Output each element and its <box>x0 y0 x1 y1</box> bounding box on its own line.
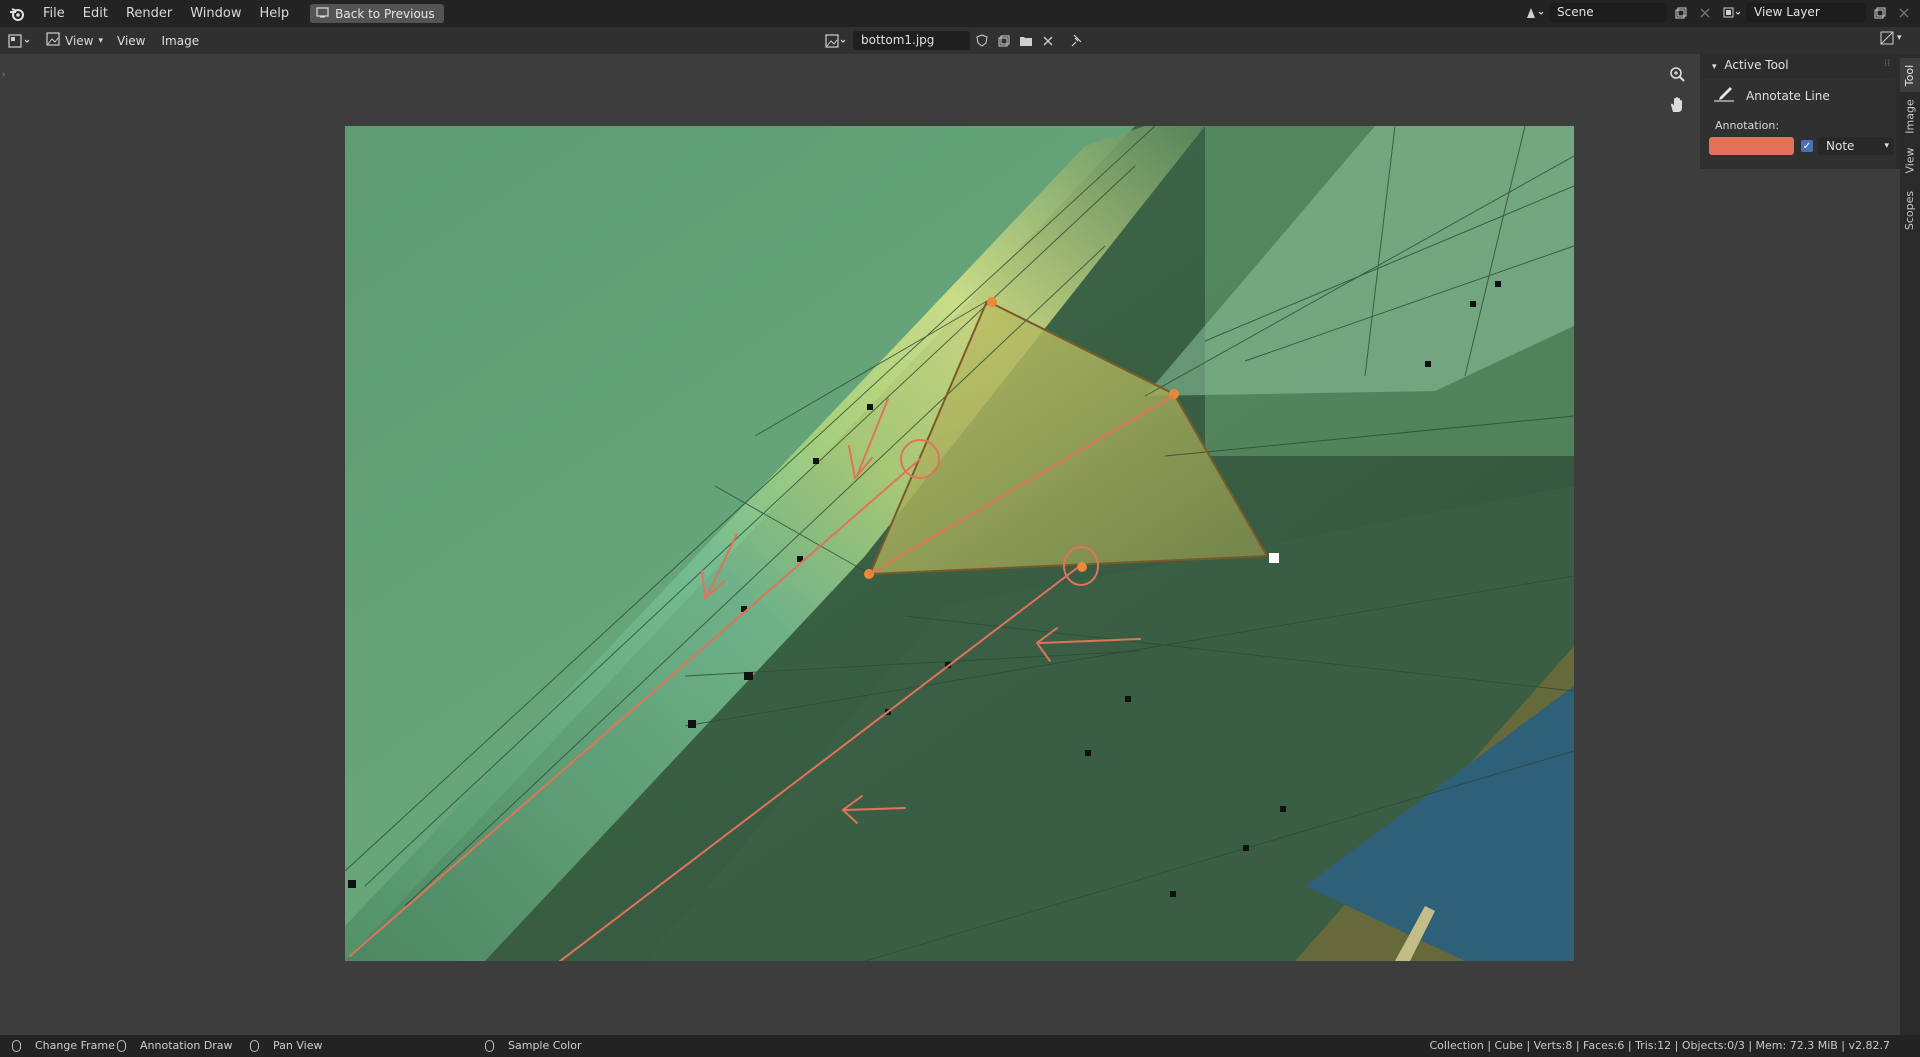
scene-selector: Scene <box>1525 3 1715 22</box>
fake-user-shield-icon[interactable] <box>972 31 992 50</box>
back-to-previous-button[interactable]: Back to Previous <box>310 4 444 23</box>
image-browse-icon[interactable] <box>823 31 851 50</box>
collapse-triangle-icon: ▾ <box>1712 62 1717 72</box>
image-content <box>345 126 1574 961</box>
back-to-previous-label: Back to Previous <box>335 6 435 21</box>
sidebar-toggle-dropdown[interactable]: ▾ <box>1880 31 1902 45</box>
view-layer-browse-icon[interactable] <box>1722 3 1742 22</box>
pan-view-hand-icon[interactable] <box>1665 93 1689 117</box>
zoom-view-icon[interactable] <box>1665 63 1689 87</box>
editor-type-icon[interactable] <box>0 33 40 48</box>
status-sample-color-label: Sample Color <box>508 1039 582 1052</box>
tab-view-label: View <box>1903 146 1917 174</box>
status-pan-view-label: Pan View <box>273 1039 323 1052</box>
chevron-down-icon: ▾ <box>1884 141 1889 151</box>
mouse-middle-icon <box>250 1039 259 1052</box>
toolbar-expand-arrow-icon[interactable]: › <box>2 70 6 80</box>
sidebar-tool-panel: ▾ Active Tool ⁞⁞ Annotate Line Annotatio… <box>1700 54 1900 169</box>
blender-logo-icon[interactable] <box>0 7 34 21</box>
active-tool-row[interactable]: Annotate Line <box>1712 85 1830 106</box>
annotation-label: Annotation: <box>1715 119 1780 132</box>
menu-image[interactable]: Image <box>154 34 208 48</box>
active-tool-title: Active Tool <box>1724 58 1789 72</box>
annotation-layer-value: Note <box>1826 139 1855 153</box>
top-bar: File Edit Render Window Help Back to Pre… <box>0 0 1920 27</box>
image-name-field[interactable]: bottom1.jpg <box>853 31 970 50</box>
chevron-down-icon: ▾ <box>98 35 104 46</box>
annotation-layer-select[interactable]: Note ▾ <box>1818 137 1894 155</box>
unlink-image-icon[interactable] <box>1038 31 1058 50</box>
mouse-right-icon <box>485 1039 494 1052</box>
scene-browse-icon[interactable] <box>1525 3 1545 22</box>
menu-window[interactable]: Window <box>181 0 250 27</box>
scene-name-field[interactable]: Scene <box>1549 3 1667 22</box>
tab-image[interactable]: Image <box>1900 94 1920 138</box>
image-editor-viewport[interactable]: › <box>0 54 1900 1035</box>
tab-image-label: Image <box>1903 98 1917 134</box>
annotate-line-icon <box>1712 85 1736 106</box>
active-tool-name: Annotate Line <box>1746 88 1830 103</box>
menu-help[interactable]: Help <box>251 0 299 27</box>
status-annotation-draw-label: Annotation Draw <box>140 1039 233 1052</box>
open-folder-icon[interactable] <box>1016 31 1036 50</box>
delete-view-layer-icon[interactable] <box>1894 3 1914 22</box>
image-view-icon <box>46 31 60 50</box>
tab-view[interactable]: View <box>1900 140 1920 180</box>
status-change-frame-label: Change Frame <box>35 1039 115 1052</box>
new-scene-icon[interactable] <box>1671 3 1691 22</box>
view-mode-dropdown[interactable]: View ▾ <box>40 31 109 50</box>
status-change-frame: Change Frame <box>12 1039 115 1052</box>
view-mode-label: View <box>65 33 94 48</box>
view-layer-name-field[interactable]: View Layer <box>1746 3 1866 22</box>
status-pan-view: Pan View <box>250 1039 322 1052</box>
active-tool-panel-body: Annotate Line Annotation: ✓ Note ▾ <box>1700 79 1896 169</box>
delete-scene-icon[interactable] <box>1695 3 1715 22</box>
image-datablock: bottom1.jpg <box>823 31 1086 50</box>
tab-scopes[interactable]: Scopes <box>1900 182 1920 238</box>
mouse-left-icon <box>12 1039 21 1052</box>
status-annotation-draw: Annotation Draw <box>117 1039 233 1052</box>
status-bar: Change Frame Annotation Draw Pan View Sa… <box>0 1035 1920 1057</box>
active-tool-panel-header[interactable]: ▾ Active Tool <box>1712 58 1789 72</box>
annotation-color-swatch[interactable] <box>1709 137 1794 155</box>
tab-tool-label: Tool <box>1903 64 1917 86</box>
menu-edit[interactable]: Edit <box>74 0 117 27</box>
tab-tool[interactable]: Tool <box>1900 58 1920 92</box>
annotation-enable-checkbox[interactable]: ✓ <box>1801 140 1813 152</box>
mouse-drag-icon <box>117 1039 126 1052</box>
menu-file[interactable]: File <box>34 0 74 27</box>
new-image-icon[interactable] <box>994 31 1014 50</box>
menu-render[interactable]: Render <box>117 0 181 27</box>
screen-icon <box>316 6 329 21</box>
pin-icon[interactable] <box>1066 31 1086 50</box>
scene-statistics: Collection | Cube | Verts:8 | Faces:6 | … <box>1429 1039 1890 1052</box>
tab-scopes-label: Scopes <box>1903 190 1917 230</box>
new-view-layer-icon[interactable] <box>1870 3 1890 22</box>
image-canvas[interactable] <box>345 126 1574 961</box>
editor-header: View ▾ View Image bottom1.jpg ▾ <box>0 27 1920 54</box>
sidebar-tabs: Tool Image View Scopes <box>1900 54 1920 1035</box>
chevron-down-icon: ▾ <box>1897 33 1902 43</box>
drag-handle-icon[interactable]: ⁞⁞ <box>1884 58 1890 69</box>
status-sample-color: Sample Color <box>485 1039 581 1052</box>
view-layer-selector: View Layer <box>1722 3 1914 22</box>
menu-view[interactable]: View <box>109 34 153 48</box>
